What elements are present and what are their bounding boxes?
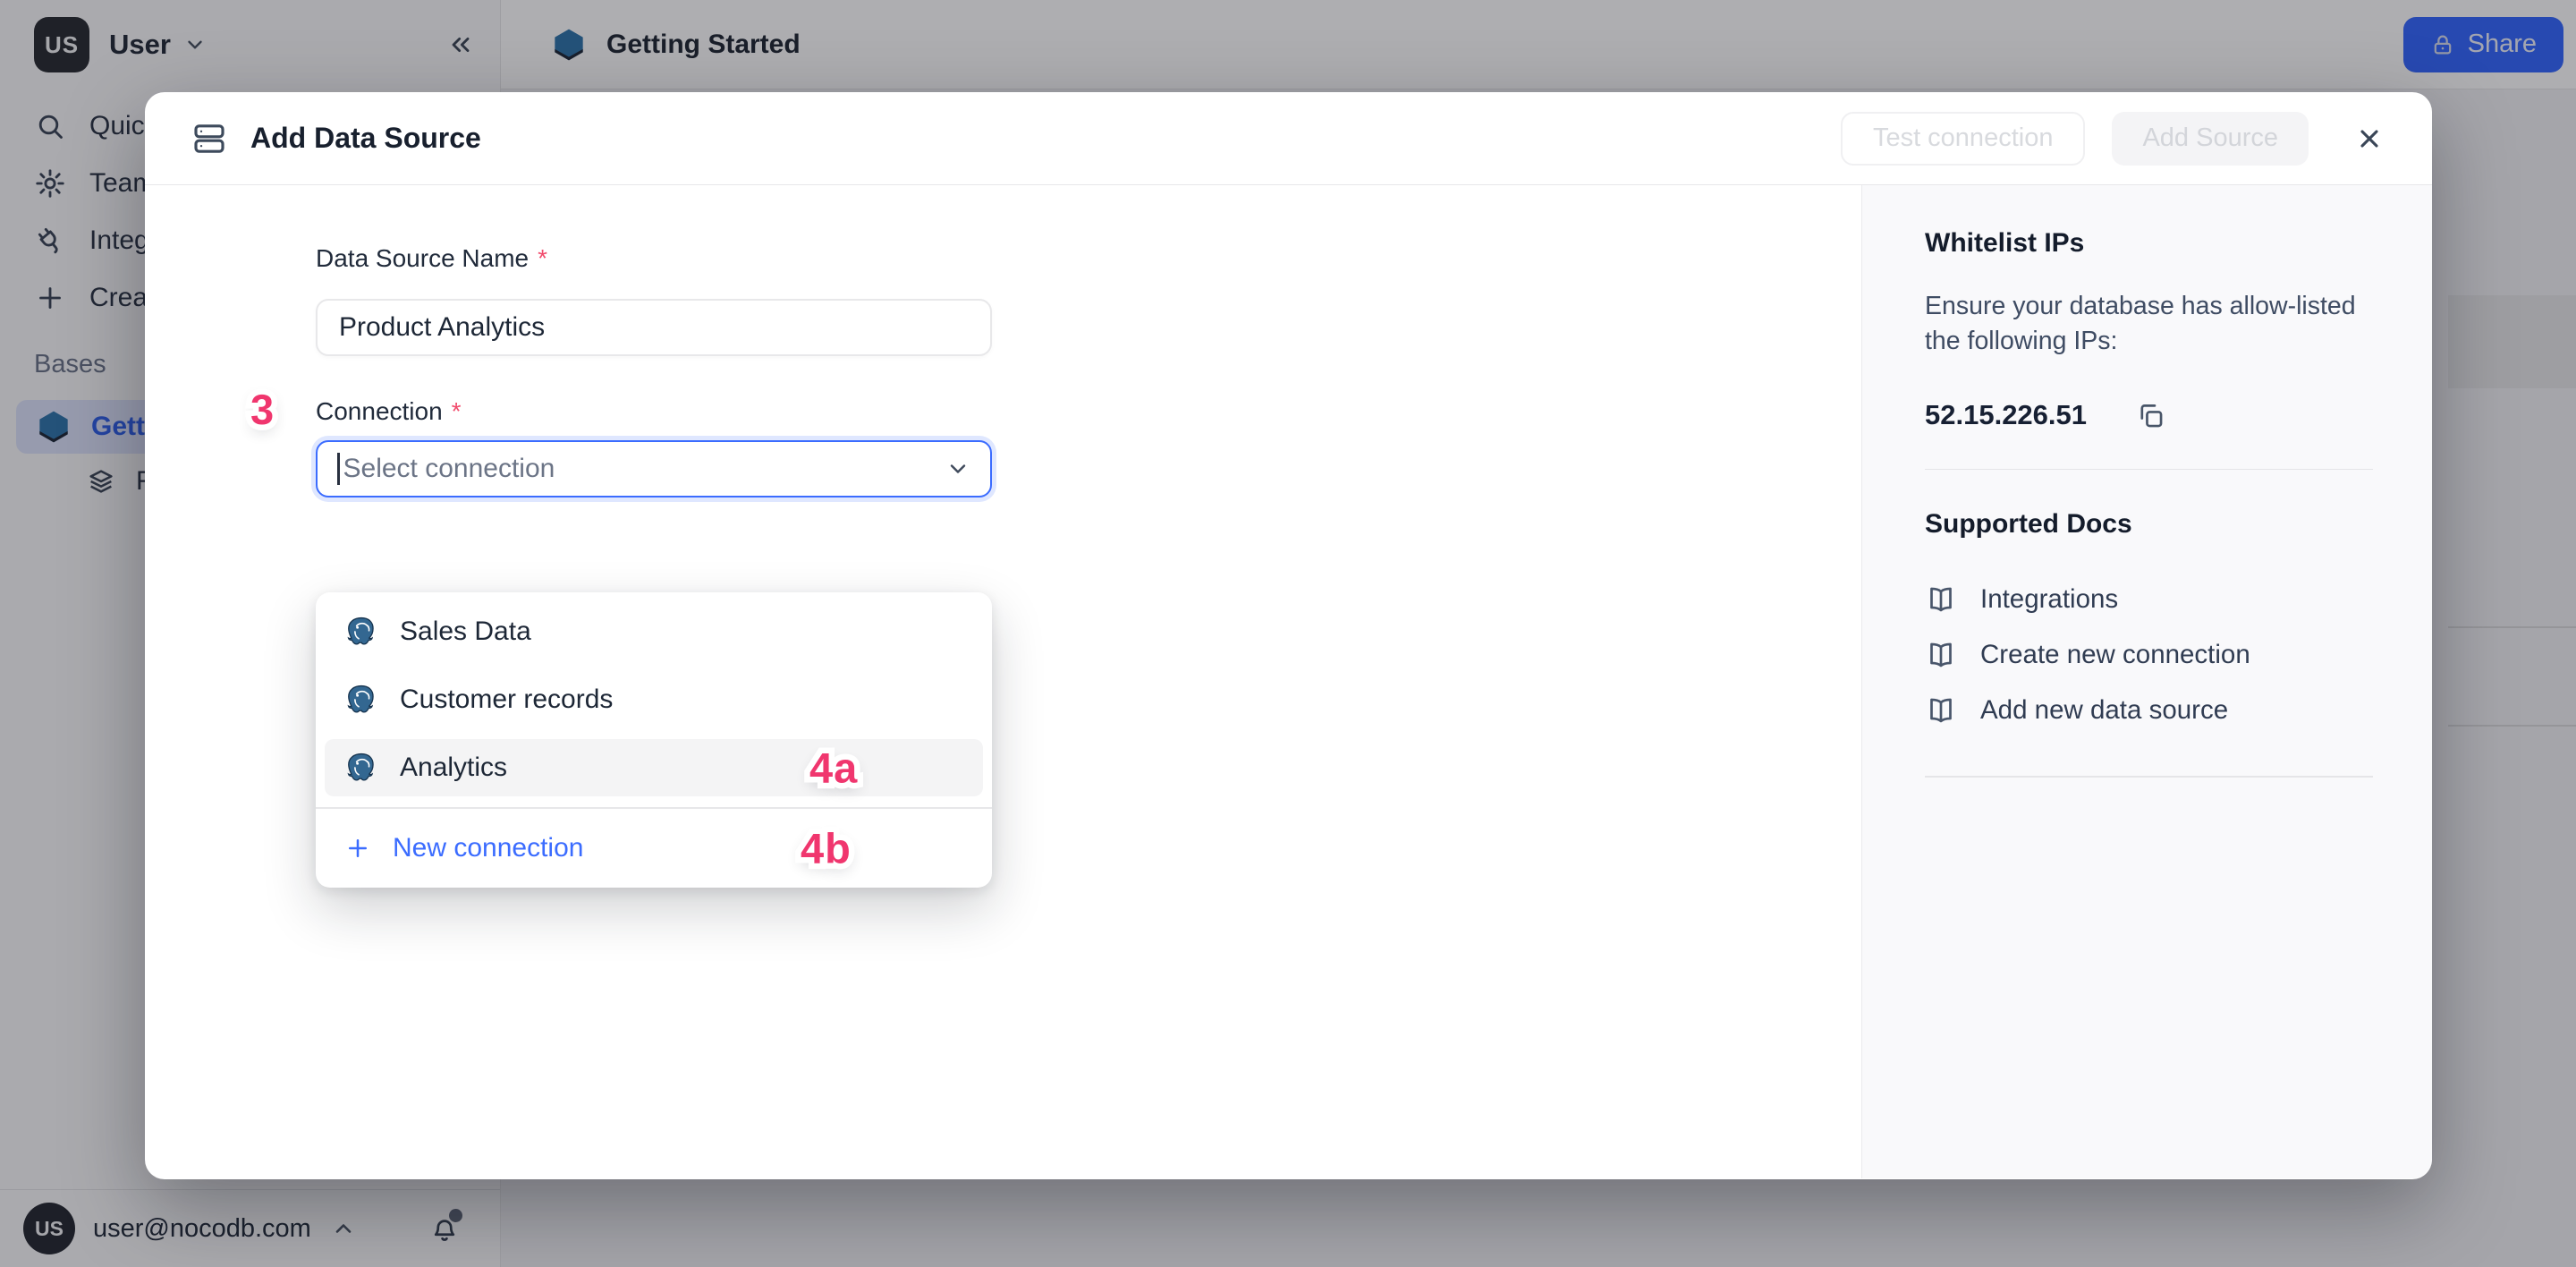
doc-link-label: Integrations — [1980, 584, 2118, 615]
test-connection-button[interactable]: Test connection — [1841, 112, 2086, 166]
book-icon — [1925, 639, 1957, 671]
option-label: Customer records — [400, 685, 613, 715]
doc-link-label: Create new connection — [1980, 640, 2250, 670]
modal-title: Add Data Source — [250, 122, 481, 155]
whitelist-title: Whitelist IPs — [1925, 228, 2373, 259]
doc-link-label: Add new data source — [1980, 695, 2228, 726]
dropdown-divider — [316, 807, 992, 809]
postgres-icon — [344, 615, 378, 649]
server-stack-icon — [191, 121, 227, 157]
modal-body: Data Source Name * Connection * Select c… — [145, 185, 2432, 1178]
ip-row: 52.15.226.51 — [1925, 399, 2373, 431]
panel-divider — [1925, 469, 2373, 471]
add-data-source-modal: Add Data Source Test connection Add Sour… — [145, 92, 2432, 1179]
plus-icon — [344, 835, 371, 862]
add-source-button[interactable]: Add Source — [2112, 112, 2309, 166]
close-button[interactable] — [2353, 123, 2385, 155]
option-label: Analytics — [400, 753, 507, 783]
connection-field-label: Connection * — [316, 396, 1861, 427]
whitelist-ip: 52.15.226.51 — [1925, 399, 2087, 431]
doc-link-create-connection[interactable]: Create new connection — [1925, 627, 2373, 683]
required-asterisk: * — [538, 244, 547, 273]
copy-icon — [2135, 400, 2167, 430]
select-placeholder: Select connection — [343, 454, 555, 484]
doc-link-add-data-source[interactable]: Add new data source — [1925, 683, 2373, 738]
doc-link-integrations[interactable]: Integrations — [1925, 572, 2373, 627]
new-connection-option[interactable]: New connection 4b — [316, 820, 992, 877]
book-icon — [1925, 694, 1957, 727]
step-annotation-3: 3 — [250, 385, 275, 434]
connection-dropdown: Sales Data Customer records Analytics 4a — [316, 592, 992, 888]
step-annotation-4b: 4b — [801, 823, 852, 872]
text-cursor — [337, 453, 340, 485]
docs-list: Integrations Create new connection Add n… — [1925, 572, 2373, 738]
option-customer-records[interactable]: Customer records — [325, 671, 983, 728]
name-field-label: Data Source Name * — [316, 243, 1861, 274]
supported-docs-title: Supported Docs — [1925, 509, 2373, 540]
new-connection-label: New connection — [393, 833, 583, 863]
option-analytics[interactable]: Analytics 4a — [325, 739, 983, 796]
book-icon — [1925, 583, 1957, 616]
option-sales-data[interactable]: Sales Data — [325, 603, 983, 660]
postgres-icon — [344, 683, 378, 717]
connection-select[interactable]: Select connection — [316, 440, 992, 497]
postgres-icon — [344, 751, 378, 785]
option-label: Sales Data — [400, 616, 531, 647]
data-source-form: Data Source Name * Connection * Select c… — [145, 185, 1861, 1178]
panel-divider — [1925, 776, 2373, 778]
close-icon — [2355, 124, 2384, 153]
step-annotation-4a: 4a — [809, 744, 858, 793]
whitelist-description: Ensure your database has allow-listed th… — [1925, 289, 2373, 360]
chevron-down-icon — [945, 456, 970, 481]
modal-header: Add Data Source Test connection Add Sour… — [145, 92, 2432, 185]
copy-ip-button[interactable] — [2135, 399, 2167, 431]
help-side-panel: Whitelist IPs Ensure your database has a… — [1861, 185, 2432, 1178]
data-source-name-input[interactable] — [316, 299, 992, 356]
required-asterisk: * — [452, 397, 462, 426]
